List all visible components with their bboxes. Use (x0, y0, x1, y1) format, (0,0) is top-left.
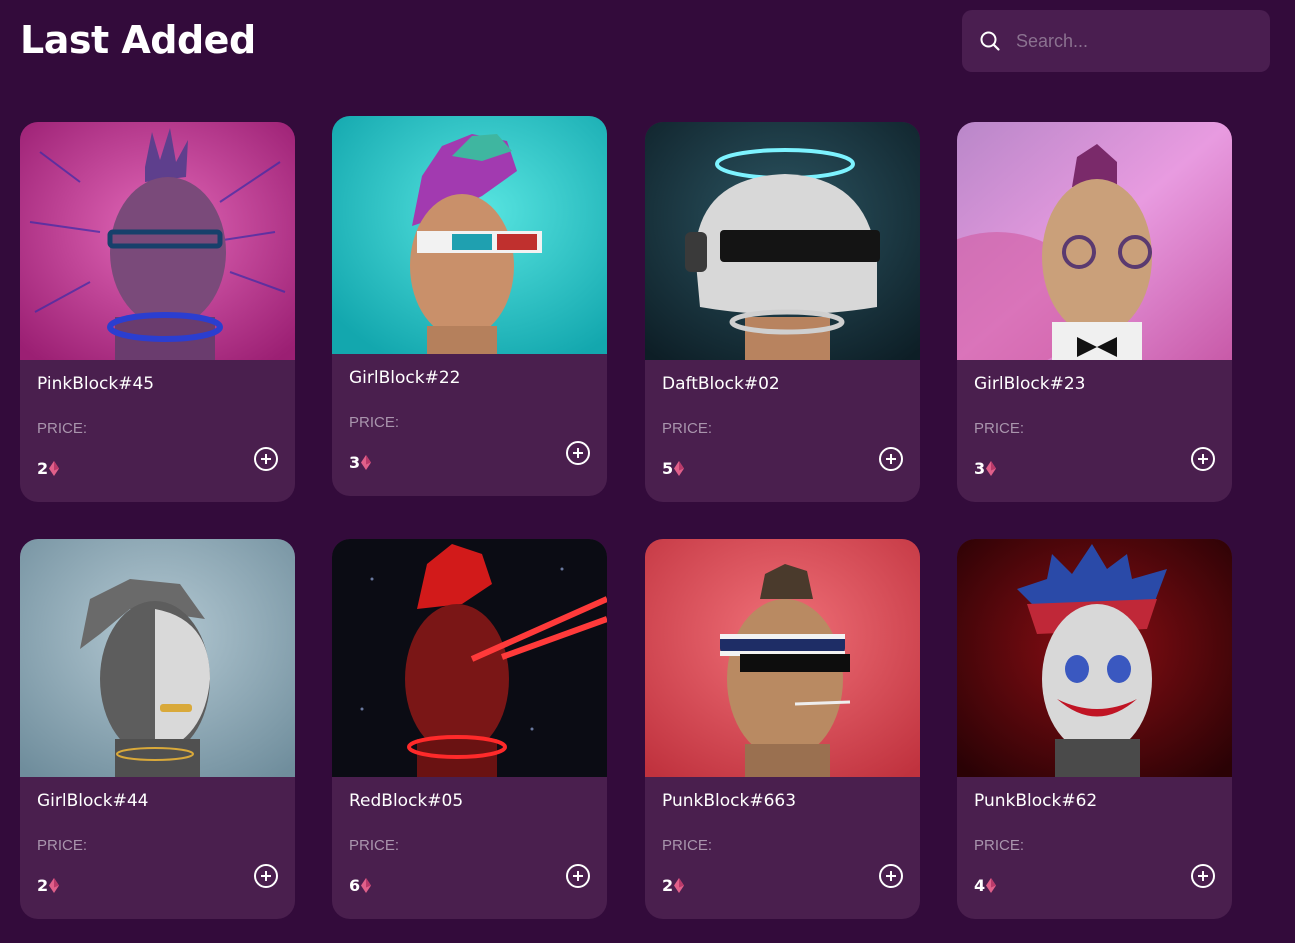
add-button[interactable] (1191, 447, 1215, 471)
price-label: PRICE: (349, 837, 400, 854)
price-value: 2 (37, 876, 60, 895)
nft-image (645, 122, 920, 360)
nft-name: PunkBlock#663 (662, 791, 797, 811)
nft-image (20, 539, 295, 777)
price-amount: 3 (974, 459, 986, 478)
price-value: 6 (349, 876, 372, 895)
nft-image (957, 122, 1232, 360)
nft-card[interactable]: PunkBlock#663 PRICE: 2 (645, 539, 920, 919)
nft-name: PunkBlock#62 (974, 791, 1098, 811)
price-label: PRICE: (349, 414, 400, 431)
search-input[interactable] (1016, 21, 1256, 61)
price-label: PRICE: (37, 837, 88, 854)
add-button[interactable] (566, 441, 590, 465)
nft-name: DaftBlock#02 (662, 374, 780, 394)
add-button[interactable] (566, 864, 590, 888)
nft-name: GirlBlock#22 (349, 368, 461, 388)
price-value: 3 (349, 453, 372, 472)
price-value: 2 (37, 459, 60, 478)
price-value: 5 (662, 459, 685, 478)
nft-card[interactable]: GirlBlock#22 PRICE: 3 (332, 116, 607, 496)
nft-gallery-page: Last Added Search... PinkBlock#45 PRICE:… (0, 0, 1295, 943)
eth-icon (361, 455, 372, 470)
eth-icon (986, 461, 997, 476)
nft-name: PinkBlock#45 (37, 374, 155, 394)
nft-image (645, 539, 920, 777)
nft-image (957, 539, 1232, 777)
nft-image (332, 116, 607, 354)
page-title: Last Added (20, 18, 256, 62)
search-box[interactable] (962, 10, 1270, 72)
price-label: PRICE: (974, 837, 1025, 854)
price-value: 3 (974, 459, 997, 478)
price-value: 4 (974, 876, 997, 895)
nft-image (20, 122, 295, 360)
nft-card[interactable]: GirlBlock#44 PRICE: 2 (20, 539, 295, 919)
price-label: PRICE: (662, 837, 713, 854)
nft-name: GirlBlock#23 (974, 374, 1086, 394)
eth-icon (986, 878, 997, 893)
nft-card[interactable]: PinkBlock#45 PRICE: 2 (20, 122, 295, 502)
price-amount: 5 (662, 459, 674, 478)
eth-icon (49, 878, 60, 893)
price-amount: 2 (37, 459, 49, 478)
eth-icon (674, 461, 685, 476)
add-button[interactable] (1191, 864, 1215, 888)
add-button[interactable] (254, 864, 278, 888)
nft-name: RedBlock#05 (349, 791, 464, 811)
add-button[interactable] (879, 864, 903, 888)
price-amount: 2 (662, 876, 674, 895)
add-button[interactable] (254, 447, 278, 471)
price-value: 2 (662, 876, 685, 895)
price-amount: 4 (974, 876, 986, 895)
nft-card[interactable]: DaftBlock#02 PRICE: 5 (645, 122, 920, 502)
price-amount: 2 (37, 876, 49, 895)
nft-image (332, 539, 607, 777)
eth-icon (674, 878, 685, 893)
price-label: PRICE: (974, 420, 1025, 437)
price-label: PRICE: (662, 420, 713, 437)
add-button[interactable] (879, 447, 903, 471)
search-icon (980, 31, 1000, 51)
nft-name: GirlBlock#44 (37, 791, 149, 811)
nft-card[interactable]: GirlBlock#23 PRICE: 3 (957, 122, 1232, 502)
eth-icon (49, 461, 60, 476)
price-amount: 6 (349, 876, 361, 895)
nft-card[interactable]: RedBlock#05 PRICE: 6 (332, 539, 607, 919)
nft-card[interactable]: PunkBlock#62 PRICE: 4 (957, 539, 1232, 919)
price-label: PRICE: (37, 420, 88, 437)
eth-icon (361, 878, 372, 893)
price-amount: 3 (349, 453, 361, 472)
